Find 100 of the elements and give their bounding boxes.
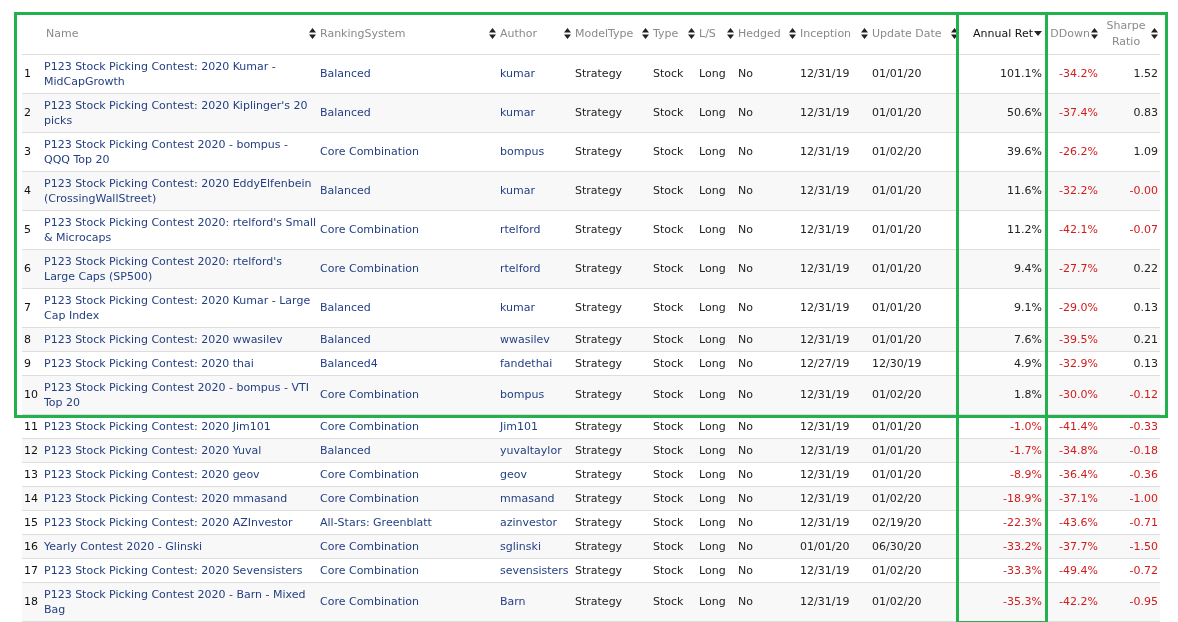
- table-cell-text: 01/02/20: [872, 594, 922, 610]
- table-link[interactable]: P123 Stock Picking Contest: 2020 wwasilev: [44, 327, 283, 351]
- table-link[interactable]: Balanced: [320, 179, 371, 202]
- table-link[interactable]: P123 Stock Picking Contest: 2020 Jim101: [44, 414, 271, 438]
- column-header[interactable]: Annual Ret: [960, 14, 1044, 54]
- table-link[interactable]: Core Combination: [320, 140, 419, 163]
- table-cell-text: 01/02/20: [872, 387, 922, 403]
- table-link[interactable]: wwasilev: [500, 327, 550, 351]
- table-link[interactable]: P123 Stock Picking Contest: 2020 Yuval: [44, 438, 262, 462]
- table-link[interactable]: mmasand: [500, 486, 555, 510]
- table-link[interactable]: yuvaltaylor: [500, 438, 562, 462]
- table-link[interactable]: Balanced: [320, 327, 371, 351]
- table-link[interactable]: Core Combination: [320, 383, 419, 406]
- table-link[interactable]: Core Combination: [320, 414, 419, 438]
- table-link[interactable]: P123 Stock Picking Contest: 2020 Kumar - MidCapGrowth: [44, 54, 316, 93]
- table-cell-text: -34.2%: [1059, 66, 1098, 82]
- table-cell-text: Strategy: [575, 222, 623, 238]
- table-cell-text: No: [738, 466, 753, 483]
- column-header[interactable]: L/S: [697, 14, 736, 54]
- table-link[interactable]: P123 Stock Picking Contest: 2020 Kumar - Large Cap Index: [44, 288, 316, 327]
- column-header[interactable]: ModelType: [573, 14, 651, 54]
- table-link[interactable]: rtelford: [500, 218, 541, 241]
- table-cell-text: Strategy: [575, 355, 623, 372]
- table-cell-text: -32.2%: [1059, 183, 1098, 199]
- table-cell-text: Stock: [653, 387, 684, 403]
- column-header[interactable]: RankingSystem: [318, 14, 498, 54]
- table-link[interactable]: bompus: [500, 383, 545, 406]
- table-link[interactable]: P123 Stock Picking Contest 2020 - bompus - QQQ Top 20: [44, 132, 316, 171]
- row-number: 13: [24, 466, 38, 483]
- table-cell-text: Long: [699, 66, 726, 82]
- table-cell-text: Stock: [653, 261, 684, 277]
- column-header[interactable]: Name: [42, 14, 318, 54]
- table-link[interactable]: sevensisters: [500, 558, 569, 582]
- column-header[interactable]: Sharpe Ratio: [1100, 14, 1160, 54]
- table-link[interactable]: Core Combination: [320, 534, 419, 558]
- table-cell-text: -35.3%: [1003, 594, 1042, 610]
- table-cell-text: Long: [699, 442, 726, 459]
- column-header[interactable]: Update Date: [870, 14, 960, 54]
- table-cell-text: Long: [699, 183, 726, 199]
- table-link[interactable]: Core Combination: [320, 257, 419, 280]
- table-link[interactable]: Balanced: [320, 438, 371, 462]
- table-link[interactable]: P123 Stock Picking Contest: 2020 AZInvestor: [44, 510, 293, 534]
- table-cell-text: 39.6%: [1007, 144, 1042, 160]
- table-cell-text: 01/01/20: [872, 442, 922, 459]
- table-link[interactable]: fandethai: [500, 351, 553, 375]
- column-header[interactable]: Type: [651, 14, 697, 54]
- table-cell-text: 0.13: [1133, 300, 1158, 316]
- table-link[interactable]: Core Combination: [320, 486, 419, 510]
- table-link[interactable]: P123 Stock Picking Contest 2020 - Barn - Mixed Bag: [44, 582, 316, 621]
- column-header[interactable]: Inception: [798, 14, 870, 54]
- table-link[interactable]: Barn: [500, 590, 526, 613]
- table-link[interactable]: Core Combination: [320, 218, 419, 241]
- table-link[interactable]: Core Combination: [320, 590, 419, 613]
- column-header[interactable]: DDown: [1044, 14, 1100, 54]
- table-link[interactable]: P123 Stock Picking Contest: 2020 Kiplinger's 20 picks: [44, 93, 316, 132]
- table-cell-text: 9.1%: [1014, 300, 1042, 316]
- table-cell-text: Long: [699, 300, 726, 316]
- table-link[interactable]: Balanced4: [320, 351, 378, 375]
- table-cell-text: Strategy: [575, 490, 623, 507]
- column-header[interactable]: Author: [498, 14, 573, 54]
- table-link[interactable]: Yearly Contest 2020 - Glinski: [44, 534, 203, 558]
- table-link[interactable]: Jim101: [500, 414, 538, 438]
- table-link[interactable]: geov: [500, 462, 527, 486]
- table-cell-text: Stock: [653, 183, 684, 199]
- table-link[interactable]: P123 Stock Picking Contest 2020 - bompus - VTI Top 20: [44, 375, 316, 414]
- table-link[interactable]: P123 Stock Picking Contest: 2020 geov: [44, 462, 260, 486]
- table-cell-text: -43.6%: [1059, 514, 1098, 531]
- table-link[interactable]: P123 Stock Picking Contest 2020: rtelford's Small & Microcaps: [44, 210, 316, 249]
- table-link[interactable]: P123 Stock Picking Contest: 2020 mmasand: [44, 486, 288, 510]
- table-link[interactable]: P123 Stock Picking Contest: 2020 thai: [44, 351, 254, 375]
- row-number: 5: [24, 222, 31, 238]
- table-link[interactable]: bompus: [500, 140, 545, 163]
- table-link[interactable]: Balanced: [320, 296, 371, 319]
- table-link[interactable]: Core Combination: [320, 462, 419, 486]
- table-cell-text: 12/31/19: [800, 66, 850, 82]
- table-link[interactable]: All-Stars: Greenblatt: [320, 510, 432, 534]
- table-link[interactable]: kumar: [500, 296, 535, 319]
- table-link[interactable]: P123 Stock Picking Contest: 2020 Sevensisters: [44, 558, 303, 582]
- table-cell-text: 12/31/19: [800, 594, 850, 610]
- table-cell-text: -41.4%: [1059, 418, 1098, 435]
- table-link[interactable]: Core Combination: [320, 558, 419, 582]
- table-link[interactable]: Balanced: [320, 101, 371, 124]
- column-header[interactable]: Hedged: [736, 14, 798, 54]
- table-link[interactable]: azinvestor: [500, 510, 558, 534]
- table-cell-text: 01/01/20: [872, 105, 922, 121]
- table-link[interactable]: kumar: [500, 101, 535, 124]
- table-cell-text: -33.2%: [1003, 538, 1042, 555]
- table-cell-text: 12/31/19: [800, 490, 850, 507]
- table-link[interactable]: sglinski: [500, 534, 541, 558]
- table-cell-text: -42.1%: [1059, 222, 1098, 238]
- table-link[interactable]: kumar: [500, 62, 535, 85]
- table-cell-text: 7.6%: [1014, 331, 1042, 348]
- row-number: 11: [24, 418, 38, 435]
- table-link[interactable]: Balanced: [320, 62, 371, 85]
- table-link[interactable]: rtelford: [500, 257, 541, 280]
- table-link[interactable]: P123 Stock Picking Contest: 2020 EddyElfenbein (CrossingWallStreet): [44, 171, 316, 210]
- table-cell-text: 01/01/20: [872, 418, 922, 435]
- table-cell-text: No: [738, 490, 753, 507]
- table-link[interactable]: kumar: [500, 179, 535, 202]
- table-link[interactable]: P123 Stock Picking Contest 2020: rtelford's Large Caps (SP500): [44, 249, 316, 288]
